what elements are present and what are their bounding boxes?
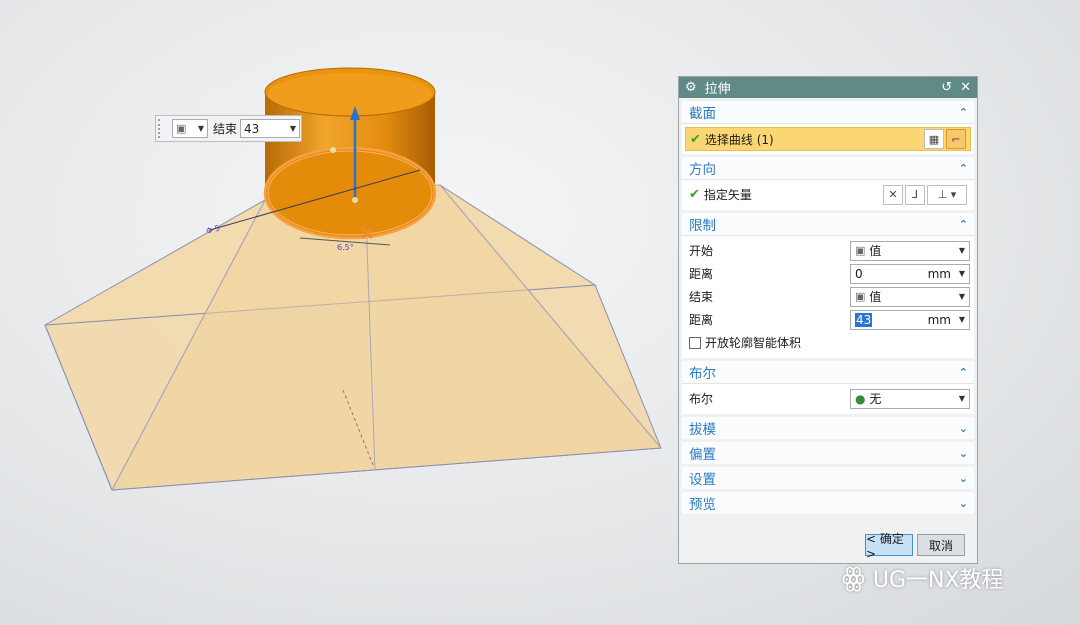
watermark-text: UG一NX教程 [872, 568, 1004, 593]
reset-icon[interactable]: ↺ [941, 80, 952, 95]
start-row: 开始 ▣ 值 ▼ [689, 239, 970, 262]
direction-header[interactable]: 方向 ⌃ [682, 157, 974, 180]
curve-icon[interactable]: ⌐ [946, 129, 966, 149]
chevron-up-icon: ⌃ [958, 217, 968, 231]
settings-title: 设置 [689, 472, 716, 488]
end-unit: mm [927, 312, 951, 327]
limits-group: 限制 ⌃ 开始 ▣ 值 ▼ 距离 0 mm ▼ 结束 ▣ 值 ▼ 距离 43 m… [682, 213, 974, 358]
open-profile-row: 开放轮廓智能体积 [689, 331, 967, 354]
chevron-up-icon: ⌃ [958, 105, 968, 119]
vector-dialog-icon[interactable]: ⅃ [905, 184, 925, 205]
end-type-value: 值 [869, 290, 882, 304]
chevron-down-icon: ▼ [197, 124, 204, 133]
check-icon: ✔ [689, 187, 700, 202]
start-type-dropdown[interactable]: ▣ 值 ▼ [850, 240, 970, 261]
section-header[interactable]: 截面 ⌃ [682, 101, 974, 124]
boolean-dropdown[interactable]: ● 无 ▼ [850, 388, 970, 409]
settings-header[interactable]: 设置 ⌄ [682, 467, 974, 489]
chevron-down-icon: ▼ [958, 246, 965, 255]
end-type-dropdown[interactable]: ▣ 值 ▼ [850, 286, 970, 307]
boolean-row: 布尔 ● 无 ▼ [689, 387, 970, 410]
end-value-text: 43 [244, 121, 260, 136]
boolean-group: 布尔 ⌃ 布尔 ● 无 ▼ [682, 361, 974, 414]
dialog-footer: < 确定 > 取消 [679, 532, 977, 561]
boolean-none-icon: ● [855, 391, 866, 406]
chevron-down-icon: ⌄ [958, 471, 968, 485]
chevron-down-icon: ▼ [958, 394, 965, 403]
ok-button[interactable]: < 确定 > [865, 532, 913, 561]
start-label: 开始 [689, 244, 714, 258]
draft-group: 拔模 ⌄ [682, 417, 974, 439]
open-profile-checkbox[interactable] [689, 336, 701, 349]
start-unit: mm [927, 266, 951, 281]
boolean-header[interactable]: 布尔 ⌃ [682, 361, 974, 384]
select-curve-row[interactable]: ✔ 选择曲线 (1) ▦ ⌐ [685, 127, 971, 151]
draft-header[interactable]: 拔模 ⌄ [682, 417, 974, 439]
settings-group: 设置 ⌄ [682, 467, 974, 489]
cube-icon: ▣ [855, 290, 866, 303]
dialog-title: 拉伸 [704, 82, 731, 97]
chevron-down-icon: ▼ [958, 292, 965, 301]
start-distance-label: 距离 [689, 267, 714, 281]
preview-group: 预览 ⌄ [682, 492, 974, 514]
end-distance-label: 距离 [689, 313, 714, 327]
chevron-down-icon: ▼ [958, 269, 965, 278]
angle-dimension[interactable]: 6.5° [337, 243, 354, 252]
direction-title: 方向 [689, 162, 716, 178]
extrude-dialog: ⚙ 拉伸 ↺ ✕ 截面 ⌃ ✔ 选择曲线 (1) ▦ ⌐ 方向 ⌃ ✔ 指定矢量 [678, 76, 978, 564]
end-label: 结束 [213, 122, 238, 136]
end-distance-input[interactable]: 43 mm ▼ [850, 309, 970, 330]
chevron-up-icon: ⌃ [958, 161, 968, 175]
cancel-button[interactable]: 取消 [917, 534, 965, 556]
draft-title: 拔模 [689, 422, 716, 438]
start-type-value: 值 [869, 244, 882, 258]
start-distance-value: 0 [855, 266, 863, 281]
open-profile-label: 开放轮廓智能体积 [705, 336, 802, 350]
preview-header[interactable]: 预览 ⌄ [682, 492, 974, 514]
section-group: 截面 ⌃ ✔ 选择曲线 (1) ▦ ⌐ [682, 101, 974, 154]
vector-type-dropdown[interactable]: ⊥ ▾ [927, 184, 967, 205]
chevron-up-icon: ⌃ [958, 365, 968, 379]
boolean-title: 布尔 [689, 366, 716, 382]
offset-group: 偏置 ⌄ [682, 442, 974, 464]
chevron-down-icon: ⌄ [958, 421, 968, 435]
dialog-titlebar[interactable]: ⚙ 拉伸 ↺ ✕ [679, 77, 977, 98]
end-distance-value: 43 [855, 312, 873, 327]
specify-vector-label: 指定矢量 [703, 188, 752, 202]
sketch-section-icon[interactable]: ▦ [924, 129, 944, 149]
limits-title: 限制 [689, 218, 716, 234]
end-row: 结束 ▣ 值 ▼ [689, 285, 970, 308]
boolean-value: 无 [869, 392, 882, 406]
check-icon: ✔ [690, 131, 701, 147]
floating-input-bar: ▣ ▼ 结束 43 ▼ [155, 115, 302, 142]
drag-handle[interactable] [158, 119, 166, 138]
end-value-input[interactable]: 43 ▼ [240, 119, 301, 138]
close-icon[interactable]: ✕ [960, 80, 971, 95]
offset-header[interactable]: 偏置 ⌄ [682, 442, 974, 464]
gear-icon: ⚙ [685, 80, 697, 95]
chevron-down-icon: ▼ [289, 124, 297, 133]
chevron-down-icon: ⌄ [958, 496, 968, 510]
end-label: 结束 [689, 290, 714, 304]
cylinder[interactable] [263, 67, 437, 240]
select-curve-label: 选择曲线 (1) [704, 132, 774, 147]
preview-title: 预览 [689, 497, 716, 513]
limits-header[interactable]: 限制 ⌃ [682, 213, 974, 236]
reverse-direction-icon[interactable]: ✕ [883, 184, 903, 205]
cube-icon: ▣ [855, 244, 866, 257]
direction-group: 方向 ⌃ ✔ 指定矢量 ✕ ⅃ ⊥ ▾ [682, 157, 974, 210]
section-title: 截面 [689, 106, 716, 122]
wechat-icon: ꙮ [842, 563, 865, 593]
watermark: ꙮ UG一NX教程 [842, 562, 1004, 594]
cube-icon: ▣ [176, 122, 187, 135]
start-distance-input[interactable]: 0 mm ▼ [850, 263, 970, 284]
end-distance-row: 距离 43 mm ▼ [689, 308, 970, 331]
offset-title: 偏置 [689, 447, 716, 463]
boolean-label: 布尔 [689, 392, 714, 406]
chevron-down-icon: ⌄ [958, 446, 968, 460]
chevron-down-icon: ▼ [958, 315, 965, 324]
limit-type-dropdown[interactable]: ▣ ▼ [172, 119, 208, 138]
start-distance-row: 距离 0 mm ▼ [689, 262, 970, 285]
specify-vector-row[interactable]: ✔ 指定矢量 ✕ ⅃ ⊥ ▾ [689, 183, 967, 206]
